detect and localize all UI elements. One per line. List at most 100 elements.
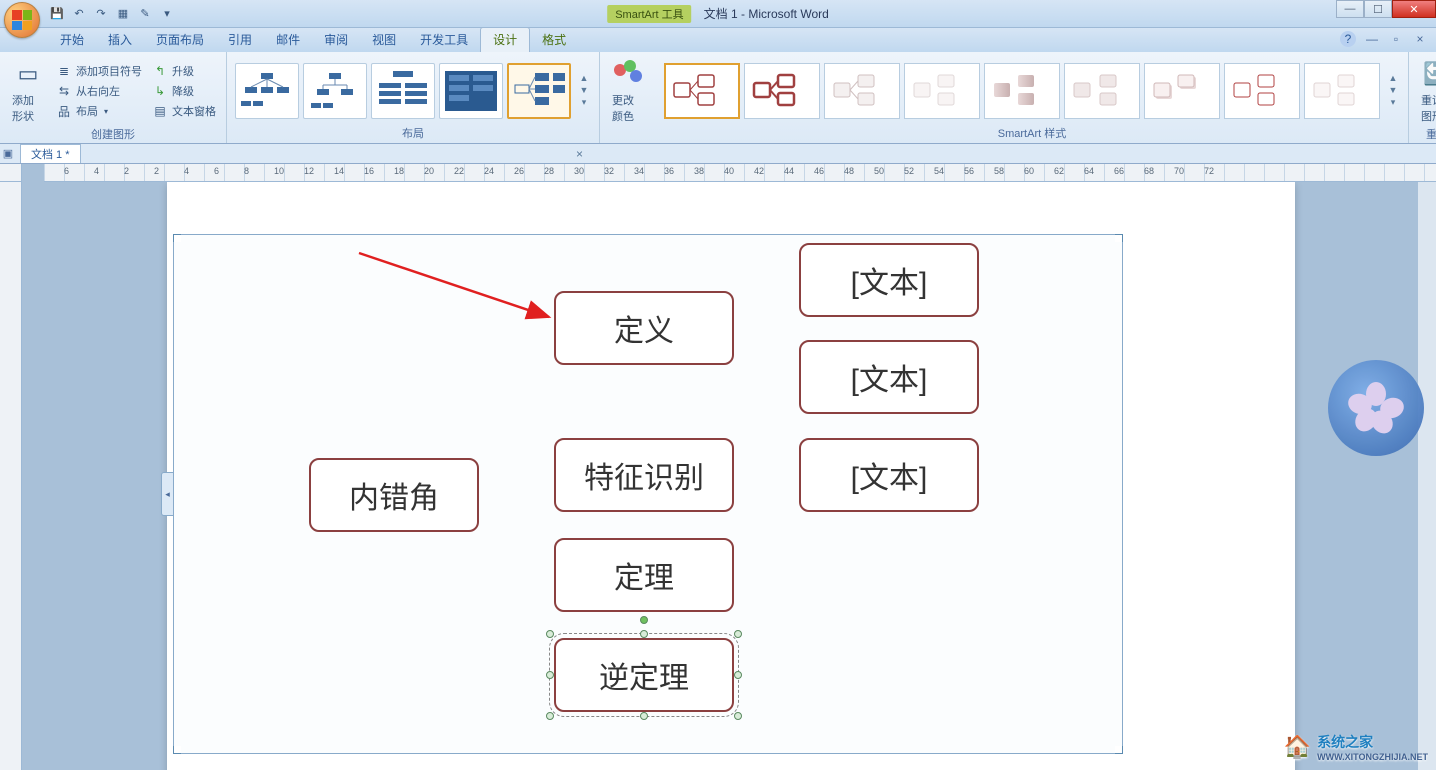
- tab-format[interactable]: 格式: [530, 28, 578, 52]
- tab-references[interactable]: 引用: [216, 28, 264, 52]
- title-bar: 💾 ↶ ↷ ▦ ✎ ▾ SmartArt 工具 文档 1 - Microsoft…: [0, 0, 1436, 28]
- smartart-node-root[interactable]: 内错角: [309, 458, 479, 532]
- help-icon[interactable]: ?: [1340, 31, 1356, 47]
- gallery-up-icon[interactable]: ▲: [1386, 73, 1400, 83]
- qat-icon[interactable]: ✎: [136, 5, 154, 23]
- demote-button[interactable]: ↳降级: [150, 82, 218, 100]
- maximize-button[interactable]: ☐: [1364, 0, 1392, 18]
- resize-handle[interactable]: [640, 712, 648, 720]
- tab-mailings[interactable]: 邮件: [264, 28, 312, 52]
- add-shape-button[interactable]: ▭ 添加形状: [8, 56, 48, 126]
- minimize-button[interactable]: —: [1336, 0, 1364, 18]
- tab-view[interactable]: 视图: [360, 28, 408, 52]
- textpane-icon: ▤: [152, 103, 168, 119]
- gallery-up-icon[interactable]: ▲: [577, 73, 591, 83]
- add-shape-label: 添加形状: [12, 92, 44, 124]
- office-button[interactable]: [4, 2, 40, 38]
- promote-button[interactable]: ↰升级: [150, 62, 218, 80]
- style-option[interactable]: [1224, 63, 1300, 119]
- resize-handle[interactable]: [734, 671, 742, 679]
- smartart-node-placeholder[interactable]: [文本]: [799, 243, 979, 317]
- resize-handle[interactable]: [734, 712, 742, 720]
- ribbon-close-icon[interactable]: ×: [1412, 31, 1428, 47]
- demote-icon: ↳: [152, 83, 168, 99]
- house-icon: 🏠: [1284, 734, 1311, 760]
- smartart-connectors: [174, 235, 474, 385]
- group-label: 重设: [1417, 126, 1436, 142]
- rotate-handle[interactable]: [640, 616, 648, 624]
- smartart-node-theorem[interactable]: 定理: [554, 538, 734, 612]
- tab-design[interactable]: 设计: [480, 27, 530, 52]
- ribbon-body: ▭ 添加形状 ≣添加项目符号 ⇆从右向左 品布局▾ ↰升级 ↳降级 ▤文本窗格 …: [0, 52, 1436, 144]
- layout-option[interactable]: [303, 63, 367, 119]
- layout-gallery: [235, 63, 571, 119]
- page-area[interactable]: ◂: [22, 182, 1436, 770]
- style-option[interactable]: [744, 63, 820, 119]
- layout-option[interactable]: [371, 63, 435, 119]
- resize-handle[interactable]: [546, 671, 554, 679]
- style-option[interactable]: [1304, 63, 1380, 119]
- smartart-node-def[interactable]: 定义: [554, 291, 734, 365]
- annotation-arrow: [349, 245, 569, 335]
- tab-close-icon[interactable]: ×: [570, 147, 589, 161]
- close-button[interactable]: ✕: [1392, 0, 1436, 18]
- resize-handle[interactable]: [734, 630, 742, 638]
- watermark-url: WWW.XITONGZHIJIA.NET: [1317, 752, 1428, 762]
- tab-insert[interactable]: 插入: [96, 28, 144, 52]
- text-pane-button[interactable]: ▤文本窗格: [150, 102, 218, 120]
- resize-handle[interactable]: [640, 630, 648, 638]
- horizontal-ruler: 6422468101214161820222426283032343638404…: [44, 164, 1436, 182]
- gallery-down-icon[interactable]: ▼: [1386, 85, 1400, 95]
- layout-option[interactable]: [439, 63, 503, 119]
- layout-option-selected[interactable]: [507, 63, 571, 119]
- add-bullet-button[interactable]: ≣添加项目符号: [54, 62, 144, 80]
- reset-graphic-button[interactable]: 🔄 重设图形: [1417, 56, 1436, 126]
- style-option[interactable]: [1144, 63, 1220, 119]
- style-option[interactable]: [824, 63, 900, 119]
- ruler-corner: [0, 164, 22, 182]
- colors-icon: [612, 58, 644, 90]
- contextual-tool-label: SmartArt 工具: [607, 5, 691, 23]
- document-title: 文档 1 - Microsoft Word: [704, 5, 829, 22]
- gallery-more-icon[interactable]: ▾: [577, 97, 591, 108]
- document-tab[interactable]: 文档 1 *: [20, 144, 81, 163]
- doc-icon: ▣: [0, 147, 16, 160]
- qat-icon[interactable]: ▦: [114, 5, 132, 23]
- tab-developer[interactable]: 开发工具: [408, 28, 480, 52]
- ribbon-minimize-icon[interactable]: —: [1364, 31, 1380, 47]
- layout-button[interactable]: 品布局▾: [54, 102, 144, 120]
- resize-handle[interactable]: [546, 630, 554, 638]
- vertical-ruler: [0, 164, 22, 770]
- smartart-node-feature[interactable]: 特征识别: [554, 438, 734, 512]
- vertical-scrollbar[interactable]: [1418, 182, 1436, 770]
- gallery-down-icon[interactable]: ▼: [577, 85, 591, 95]
- rtl-icon: ⇆: [56, 83, 72, 99]
- tab-pagelayout[interactable]: 页面布局: [144, 28, 216, 52]
- smartart-frame[interactable]: ◂: [173, 234, 1123, 754]
- redo-icon[interactable]: ↷: [92, 5, 110, 23]
- style-option[interactable]: [984, 63, 1060, 119]
- textpane-toggle[interactable]: ◂: [161, 472, 173, 516]
- tab-home[interactable]: 开始: [48, 28, 96, 52]
- rtl-button[interactable]: ⇆从右向左: [54, 82, 144, 100]
- ribbon-group-layout: ▲ ▼ ▾ 布局: [227, 52, 600, 143]
- save-icon[interactable]: 💾: [48, 5, 66, 23]
- ribbon-resize-icon[interactable]: ▫: [1388, 31, 1404, 47]
- smartart-node-placeholder[interactable]: [文本]: [799, 340, 979, 414]
- layout-icon: 品: [56, 103, 72, 119]
- qat-dropdown-icon[interactable]: ▾: [158, 5, 176, 23]
- style-option[interactable]: [1064, 63, 1140, 119]
- gallery-more-icon[interactable]: ▾: [1386, 97, 1400, 108]
- tab-review[interactable]: 审阅: [312, 28, 360, 52]
- layout-option[interactable]: [235, 63, 299, 119]
- page: ◂: [167, 182, 1295, 770]
- change-colors-button[interactable]: 更改颜色: [608, 56, 648, 126]
- style-option-selected[interactable]: [664, 63, 740, 119]
- smartart-node-placeholder[interactable]: [文本]: [799, 438, 979, 512]
- resize-handle[interactable]: [546, 712, 554, 720]
- change-colors-label: 更改颜色: [612, 92, 644, 124]
- style-option[interactable]: [904, 63, 980, 119]
- reset-label: 重设图形: [1421, 92, 1436, 124]
- undo-icon[interactable]: ↶: [70, 5, 88, 23]
- smartart-node-inverse-selected[interactable]: 逆定理: [554, 638, 734, 712]
